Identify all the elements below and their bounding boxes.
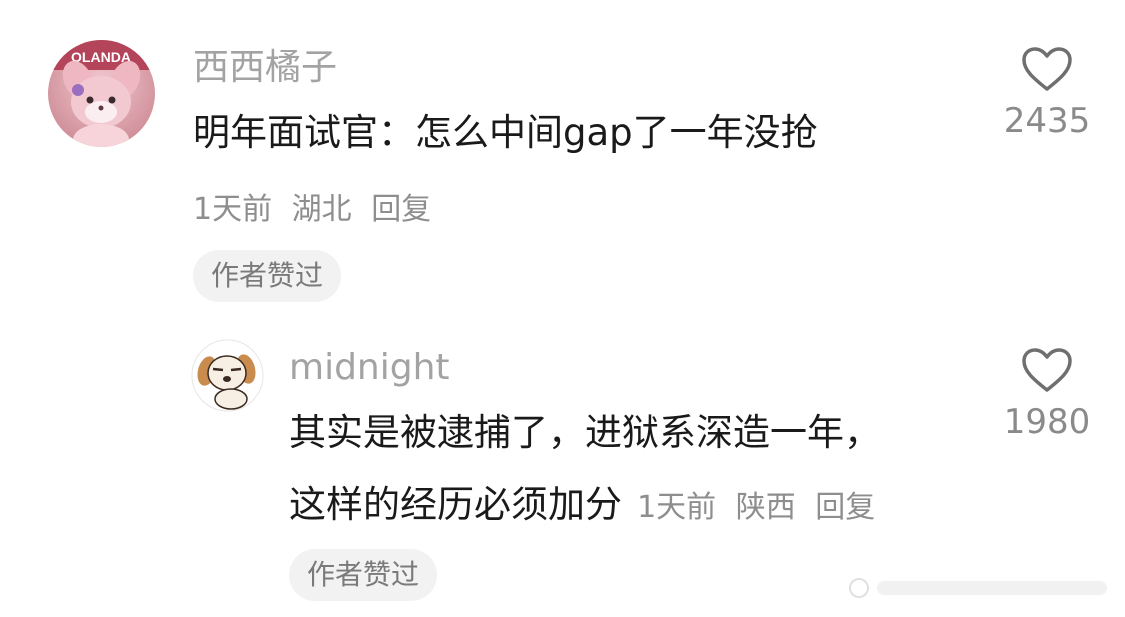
reply-button[interactable]: 回复	[371, 192, 431, 227]
reply-like-count: 1980	[1003, 402, 1091, 442]
reply-username[interactable]: midnight	[289, 350, 450, 386]
reply-time: 1天前	[637, 490, 717, 525]
reply-text-line-2: 这样的经历必须加分	[289, 483, 622, 526]
heart-outline-icon[interactable]	[1021, 347, 1073, 393]
comment-text: 明年面试官：怎么中间gap了一年没抢	[193, 111, 818, 154]
reply-location: 陕西	[735, 490, 796, 525]
heart-outline-icon[interactable]	[1021, 46, 1073, 92]
comment-time: 1天前	[193, 192, 273, 227]
reply-text-line-2-row: 这样的经历必须加分 1天前 陕西 回复	[289, 474, 885, 528]
reply-meta: 1天前 陕西 回复	[637, 490, 885, 525]
reply-user-avatar[interactable]	[191, 339, 264, 412]
reply-like-control[interactable]: 1980	[987, 347, 1107, 439]
cartoon-puppy-image	[191, 339, 264, 412]
like-control[interactable]: 2435	[987, 46, 1107, 138]
reply-reply-button[interactable]: 回复	[815, 490, 875, 525]
author-liked-badge: 作者赞过	[289, 549, 438, 601]
like-count: 2435	[1003, 101, 1091, 141]
comment-meta: 1天前 湖北 回复	[193, 184, 441, 228]
comment-location: 湖北	[291, 192, 352, 227]
author-liked-badge: 作者赞过	[193, 250, 342, 302]
user-avatar[interactable]: OLANDA	[48, 40, 155, 147]
watermark-graphic	[849, 578, 1107, 598]
comment-username[interactable]: 西西橘子	[193, 50, 337, 86]
watermark	[847, 573, 1117, 607]
reply-text-line-1: 其实是被逮捕了，进狱系深造一年，	[289, 411, 881, 454]
pink-fox-plush-image: OLANDA	[48, 40, 155, 147]
